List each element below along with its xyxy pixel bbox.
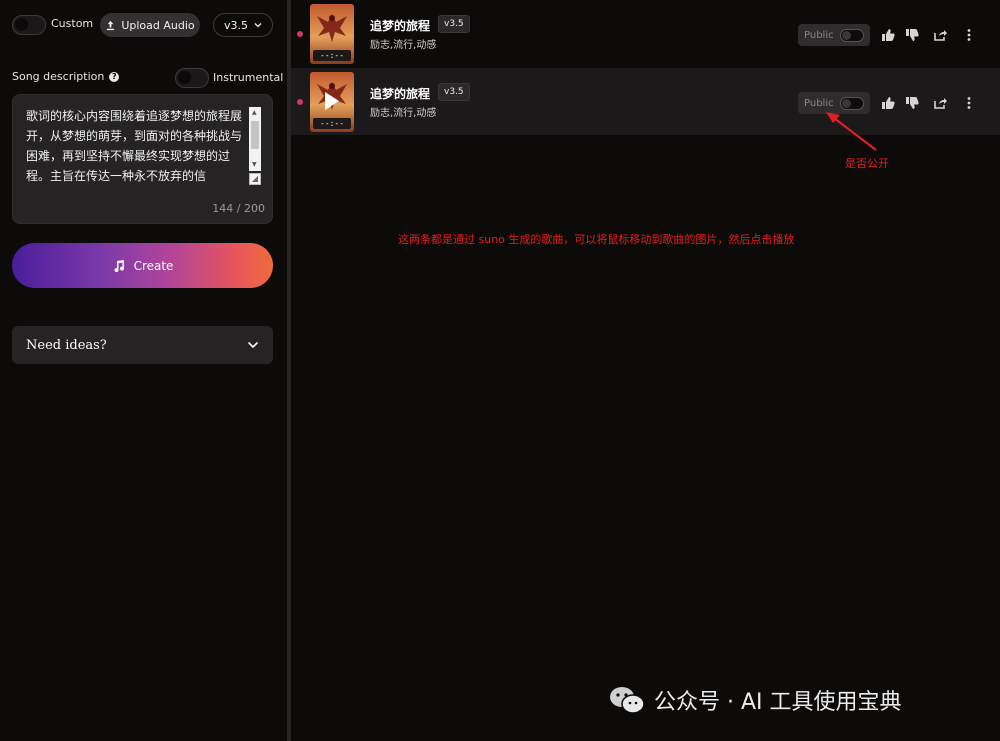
scroll-thumb[interactable]: [251, 121, 259, 149]
music-note-icon: [114, 259, 124, 272]
upload-audio-label: Upload Audio: [121, 18, 195, 32]
create-label: Create: [133, 258, 174, 273]
wechat-icon: [610, 687, 645, 714]
phoenix-cover-icon: [317, 14, 347, 42]
song-cover-image[interactable]: --:--: [310, 72, 354, 132]
song-description-label: Song description: [12, 70, 105, 83]
annotation-arrow: [826, 112, 877, 151]
thumbs-down-icon[interactable]: [904, 95, 920, 111]
watermark: 公众号 · AI 工具使用宝典: [608, 684, 902, 716]
share-icon[interactable]: [932, 95, 948, 111]
upload-audio-button[interactable]: Upload Audio: [100, 13, 200, 37]
custom-toggle[interactable]: [12, 15, 46, 35]
scroll-up-icon[interactable]: ▲: [252, 109, 257, 117]
song-cover-image[interactable]: --:--: [310, 4, 354, 64]
toggle-knob: [841, 30, 851, 40]
more-options-icon[interactable]: [961, 27, 977, 43]
song-duration: --:--: [313, 118, 351, 129]
watermark-text: 公众号 · AI 工具使用宝典: [654, 690, 902, 715]
song-duration: --:--: [313, 50, 351, 61]
upload-icon: [107, 20, 115, 30]
toggle-knob: [841, 98, 851, 108]
thumbs-up-icon[interactable]: [880, 27, 896, 43]
thumbs-down-icon[interactable]: [904, 27, 920, 43]
instrumental-label: Instrumental: [213, 71, 284, 84]
need-ideas-label: Need ideas?: [26, 337, 107, 353]
song-title[interactable]: 追梦的旅程: [370, 17, 430, 34]
public-toggle[interactable]: Public: [798, 24, 870, 46]
song-version-badge: v3.5: [438, 83, 470, 101]
song-row[interactable]: --:-- 追梦的旅程 v3.5 励志,流行,动感 Public: [291, 0, 1000, 67]
song-description-heading: Song description ?: [12, 70, 120, 83]
create-button[interactable]: Create: [12, 243, 273, 288]
version-select[interactable]: v3.5: [213, 13, 273, 37]
char-count: 144 / 200: [212, 202, 265, 215]
song-version-badge: v3.5: [438, 15, 470, 33]
play-icon[interactable]: [325, 92, 339, 110]
song-description-field[interactable]: 歌词的核心内容围绕着追逐梦想的旅程展开，从梦想的萌芽，到面对的各种挑战与困难，再…: [12, 94, 273, 224]
toggle-knob: [15, 18, 28, 31]
new-indicator-dot: [297, 31, 303, 37]
thumbs-up-icon[interactable]: [880, 95, 896, 111]
public-switch[interactable]: [839, 28, 864, 42]
public-label: Public: [804, 29, 834, 41]
custom-label: Custom: [51, 17, 94, 30]
instrumental-toggle[interactable]: [175, 68, 209, 88]
help-icon[interactable]: ?: [109, 71, 120, 82]
song-tags: 励志,流行,动感: [370, 108, 437, 119]
more-options-icon[interactable]: [961, 95, 977, 111]
create-panel: Custom Upload Audio v3.5 Song descriptio…: [0, 0, 287, 741]
song-row[interactable]: --:-- 追梦的旅程 v3.5 励志,流行,动感 Public: [291, 68, 1000, 135]
song-description-text[interactable]: 歌词的核心内容围绕着追逐梦想的旅程展开，从梦想的萌芽，到面对的各种挑战与困难，再…: [26, 106, 246, 186]
scroll-down-icon[interactable]: ▼: [252, 161, 257, 169]
scrollbar[interactable]: ▲ ▼: [249, 107, 261, 171]
song-tags: 励志,流行,动感: [370, 40, 437, 51]
public-label: Public: [804, 97, 834, 109]
toggle-knob: [178, 71, 191, 84]
song-title[interactable]: 追梦的旅程: [370, 85, 430, 102]
version-value: v3.5: [223, 18, 248, 32]
share-icon[interactable]: [932, 27, 948, 43]
resize-grip-icon[interactable]: ◢: [249, 173, 261, 185]
chevron-down-icon: [247, 341, 259, 349]
public-annotation: 是否公开: [845, 157, 889, 170]
new-indicator-dot: [297, 99, 303, 105]
need-ideas-dropdown[interactable]: Need ideas?: [12, 326, 273, 364]
hint-annotation: 这两条都是通过 suno 生成的歌曲，可以将鼠标移动到歌曲的图片，然后点击播放: [398, 233, 795, 246]
chevron-down-icon: [254, 23, 262, 28]
